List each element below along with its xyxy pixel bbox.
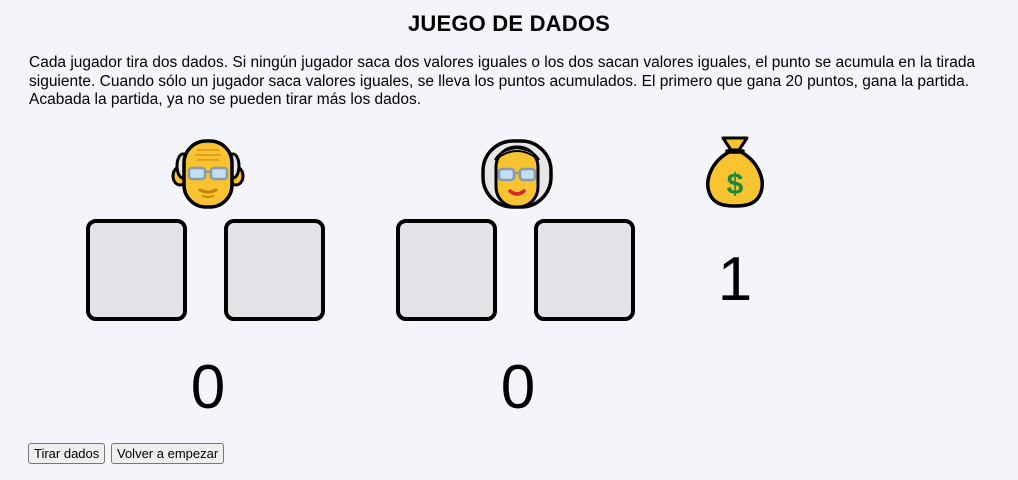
restart-button[interactable]: Volver a empezar <box>111 443 225 464</box>
money-bag-icon: $ <box>697 134 773 210</box>
player1-die-2 <box>224 219 325 321</box>
page-title: JUEGO DE DADOS <box>407 11 611 36</box>
rules-text: Cada jugador tira dos dados. Si ningún j… <box>29 54 976 109</box>
player2-die-2 <box>534 219 635 321</box>
player1-die-1 <box>86 219 187 321</box>
player1-score: 0 <box>190 353 226 422</box>
player2-die-1 <box>396 219 497 321</box>
svg-text:$: $ <box>727 168 744 201</box>
pot-value: 1 <box>717 245 753 314</box>
player2-score: 0 <box>500 353 536 422</box>
roll-dice-button[interactable]: Tirar dados <box>28 443 106 464</box>
old-man-icon <box>170 136 246 212</box>
old-woman-icon <box>479 136 555 212</box>
